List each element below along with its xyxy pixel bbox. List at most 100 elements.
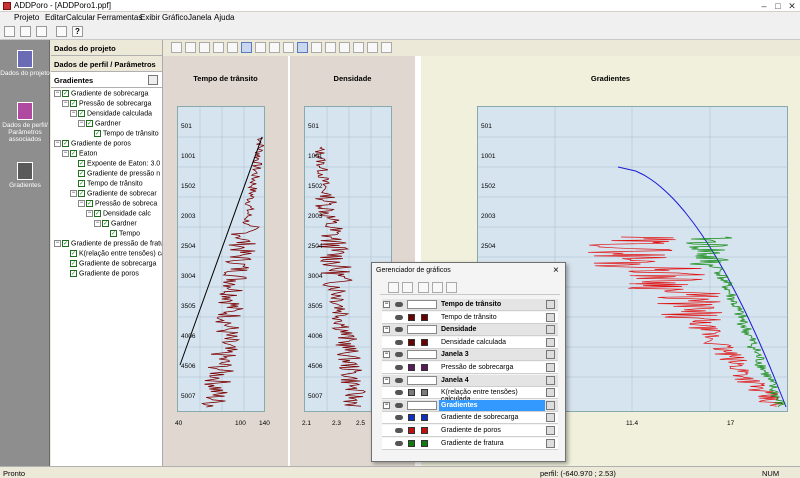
visibility-icon[interactable]: [395, 339, 403, 345]
color-swatch[interactable]: [408, 364, 415, 371]
chart-manager-row[interactable]: Densidade calculada: [382, 336, 558, 349]
menu-calcular[interactable]: Calcular: [66, 13, 95, 22]
expander-icon[interactable]: −: [54, 240, 61, 247]
zoom-icon[interactable]: [171, 42, 182, 53]
expander-icon[interactable]: −: [94, 220, 101, 227]
panel-header-dados-perfil[interactable]: Dados de perfil / Parâmetros a...: [51, 56, 162, 78]
chart-manager-row[interactable]: Pressão de sobrecarga: [382, 362, 558, 374]
crosshair-icon[interactable]: [311, 42, 322, 53]
expander-icon[interactable]: −: [78, 200, 85, 207]
expander-icon[interactable]: −: [70, 110, 77, 117]
open-folder-icon[interactable]: [20, 26, 31, 37]
checkbox-icon[interactable]: ✓: [102, 220, 109, 227]
menu-janela[interactable]: Janela: [188, 13, 212, 22]
tree-node[interactable]: − ✓ Pressão de sobreca: [78, 200, 157, 210]
save-icon[interactable]: [36, 26, 47, 37]
tree-node[interactable]: − ✓ Gardner: [94, 220, 137, 230]
chart-manager-row[interactable]: − Tempo de trânsito: [382, 299, 558, 311]
checkbox-icon[interactable]: ✓: [86, 120, 93, 127]
color-swatch[interactable]: [421, 364, 428, 371]
checkbox-icon[interactable]: ✓: [70, 250, 77, 257]
checkbox-icon[interactable]: ✓: [70, 270, 77, 277]
tree-node[interactable]: ✓ Tempo: [102, 230, 140, 240]
color-swatch[interactable]: [408, 338, 415, 346]
lock-icon[interactable]: [546, 426, 555, 435]
menu-ajuda[interactable]: Ajuda: [214, 13, 234, 22]
tree-node[interactable]: ✓ Tempo de trânsito: [86, 130, 159, 140]
visibility-icon[interactable]: [395, 390, 403, 396]
lock-icon[interactable]: [546, 312, 555, 322]
gradient-icon[interactable]: [17, 162, 33, 180]
print-icon[interactable]: [56, 26, 67, 37]
expander-icon[interactable]: −: [54, 140, 61, 147]
tree-node[interactable]: − ✓ Gardner: [78, 120, 121, 130]
chart-manager-row[interactable]: − Gradientes: [382, 399, 558, 412]
visibility-icon[interactable]: [395, 365, 403, 370]
checkbox-icon[interactable]: ✓: [110, 230, 117, 237]
chart-manager-row[interactable]: − Densidade: [382, 324, 558, 337]
tree-node[interactable]: − ✓ Densidade calculada: [70, 110, 152, 120]
checkbox-icon[interactable]: ✓: [94, 130, 101, 137]
checkbox-icon[interactable]: ✓: [78, 110, 85, 117]
collapse-icon[interactable]: −: [383, 376, 390, 384]
chart-manager-row[interactable]: Gradiente de poros: [382, 425, 558, 437]
expander-icon[interactable]: −: [78, 120, 85, 127]
visibility-icon[interactable]: [395, 302, 403, 307]
well-log-icon[interactable]: [17, 102, 33, 120]
fit-icon[interactable]: [269, 42, 280, 53]
checkbox-icon[interactable]: ✓: [62, 140, 69, 147]
lock-icon[interactable]: [546, 300, 555, 309]
line-icon[interactable]: [227, 42, 238, 53]
expander-icon[interactable]: −: [70, 190, 77, 197]
minimize-button[interactable]: –: [758, 1, 770, 11]
chart-window-icon[interactable]: [353, 42, 364, 53]
checkbox-icon[interactable]: ✓: [78, 160, 85, 167]
color-swatch[interactable]: [421, 427, 428, 434]
color-swatch[interactable]: [421, 313, 428, 321]
menu-projeto[interactable]: Projeto: [14, 13, 39, 22]
lock-icon[interactable]: [546, 350, 555, 360]
collapse-icon[interactable]: −: [383, 401, 390, 409]
checkbox-icon[interactable]: ✓: [70, 150, 77, 157]
delete-icon[interactable]: [325, 42, 336, 53]
dialog-close-button[interactable]: ×: [553, 265, 559, 276]
new-file-icon[interactable]: [4, 26, 15, 37]
document-icon[interactable]: [17, 50, 33, 68]
tree-node[interactable]: − ✓ Densidade calc: [86, 210, 151, 220]
checkbox-icon[interactable]: ✓: [78, 170, 85, 177]
expander-icon[interactable]: −: [86, 210, 93, 217]
chart-manager-row[interactable]: Tempo de trânsito: [382, 311, 558, 324]
visibility-icon[interactable]: [395, 440, 403, 446]
move-down-icon[interactable]: [432, 282, 443, 293]
collapse-icon[interactable]: −: [383, 301, 390, 308]
chart-manager-row[interactable]: − Janela 4: [382, 374, 558, 387]
menu-exibir[interactable]: Exibir: [140, 13, 160, 22]
lock-icon[interactable]: [546, 400, 555, 410]
remove-window-icon[interactable]: [402, 282, 413, 293]
chart-manager-row[interactable]: K(relação entre tensões) calculada: [382, 387, 558, 403]
checkbox-icon[interactable]: ✓: [70, 100, 77, 107]
visibility-icon[interactable]: [395, 415, 403, 421]
checkbox-icon[interactable]: ✓: [78, 190, 85, 197]
visibility-icon[interactable]: [395, 428, 403, 433]
expander-icon[interactable]: −: [62, 150, 69, 157]
color-swatch[interactable]: [408, 439, 415, 447]
checkbox-icon[interactable]: ✓: [94, 210, 101, 217]
checkbox-icon[interactable]: ✓: [78, 180, 85, 187]
refresh-icon[interactable]: [148, 75, 158, 85]
expander-icon[interactable]: −: [62, 100, 69, 107]
nav-dados-projeto[interactable]: Dados do projeto: [0, 70, 50, 77]
tree-node[interactable]: ✓ Gradiente de pressão n: [70, 170, 160, 180]
color-swatch[interactable]: [408, 427, 415, 434]
tree-node[interactable]: ✓ Tempo de trânsito: [70, 180, 143, 190]
lock-icon[interactable]: [546, 375, 555, 385]
visibility-icon[interactable]: [395, 352, 403, 358]
chart-manager-row[interactable]: Gradiente de fratura: [382, 437, 558, 450]
expander-icon[interactable]: −: [54, 90, 61, 97]
collapse-icon[interactable]: −: [383, 326, 390, 334]
tree-node[interactable]: − ✓ Gradiente de poros: [54, 140, 131, 150]
nav-gradientes[interactable]: Gradientes: [0, 182, 50, 189]
chart-manager-row[interactable]: Gradiente de sobrecarga: [382, 412, 558, 425]
tree-node[interactable]: ✓K(relação entre tensões) calcu: [62, 250, 162, 260]
tree-node[interactable]: − ✓ Pressão de sobrecarga: [62, 100, 151, 110]
